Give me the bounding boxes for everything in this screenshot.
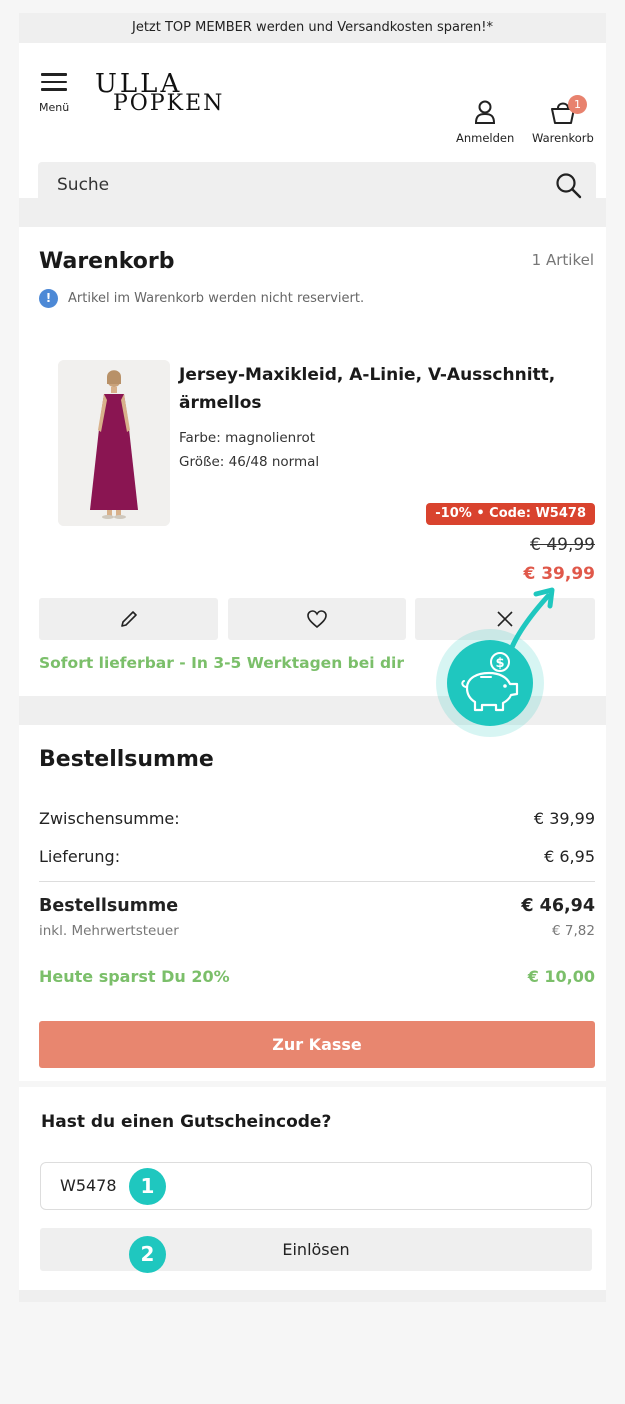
original-price: € 49,99 [530,535,595,555]
search-bar[interactable]: Suche [38,162,596,209]
shipping-row: Lieferung: € 6,95 [39,847,595,866]
total-row: Bestellsumme € 46,94 [39,896,595,916]
step-marker-1: 1 [129,1168,166,1205]
savings-row: Heute sparst Du 20% € 10,00 [39,967,595,986]
savings-badge: $ [436,629,544,737]
menu-button[interactable]: Menü [39,73,69,114]
savings-label: Heute sparst Du 20% [39,967,230,986]
dress-model-image [58,360,170,526]
reservation-notice: ! Artikel im Warenkorb werden nicht rese… [39,289,364,308]
heart-icon [307,610,327,629]
login-label: Anmelden [456,131,515,145]
pencil-icon [120,611,137,627]
checkout-button[interactable]: Zur Kasse [39,1021,595,1068]
total-label: Bestellsumme [39,896,179,916]
availability-text: Sofort lieferbar - In 3-5 Werktagen bei … [39,654,404,672]
info-icon: ! [39,289,58,308]
vat-row: inkl. Mehrwertsteuer € 7,82 [39,923,595,939]
summary-divider [39,881,595,882]
summary-title: Bestellsumme [39,747,214,772]
savings-value: € 10,00 [527,967,595,986]
product-name[interactable]: Jersey-Maxikleid, A-Linie, V-Ausschnitt,… [179,361,589,417]
user-icon [475,100,496,124]
subtotal-value: € 39,99 [533,809,595,828]
search-icon[interactable] [555,172,582,199]
order-summary-section: Bestellsumme Zwischensumme: € 39,99 Lief… [19,725,606,1081]
cart-item-count: 1 Artikel [531,251,594,269]
vat-value: € 7,82 [552,923,595,939]
voucher-title: Hast du einen Gutscheincode? [41,1112,332,1132]
discounted-price: € 39,99 [523,564,595,584]
piggy-bank-icon: $ [461,652,519,712]
svg-text:$: $ [495,656,504,671]
logo-line2: POPKEN [113,91,225,116]
shipping-value: € 6,95 [544,847,595,866]
product-size: Größe: 46/48 normal [179,454,320,470]
total-value: € 46,94 [521,896,595,916]
step-marker-2: 2 [129,1236,166,1273]
product-image[interactable] [58,360,170,526]
promo-banner[interactable]: Jetzt TOP MEMBER werden und Versandkoste… [19,13,606,43]
search-input[interactable]: Suche [57,175,109,195]
cart-label: Warenkorb [532,131,594,145]
cart-title: Warenkorb [39,249,175,274]
edit-button[interactable] [39,598,218,640]
notice-text: Artikel im Warenkorb werden nicht reserv… [68,291,365,306]
wishlist-button[interactable] [228,598,406,640]
product-color: Farbe: magnolienrot [179,430,316,446]
header: Menü ULLA POPKEN Anmelden Warenkorb 1 Su… [19,43,606,209]
coupon-badge: -10% • Code: W5478 [426,503,595,525]
shipping-label: Lieferung: [39,847,121,866]
vat-label: inkl. Mehrwertsteuer [39,923,179,939]
redeem-button[interactable]: Einlösen [40,1228,592,1271]
subtotal-row: Zwischensumme: € 39,99 [39,809,595,828]
brand-logo[interactable]: ULLA POPKEN [95,71,224,115]
voucher-code-input[interactable]: W5478 [40,1162,592,1210]
login-button[interactable]: Anmelden [456,99,514,145]
cart-count-badge: 1 [568,95,587,114]
menu-label: Menü [39,101,70,114]
subtotal-label: Zwischensumme: [39,809,180,828]
hamburger-icon [41,73,67,91]
bottom-strip [19,1290,606,1302]
voucher-section: Hast du einen Gutscheincode? W5478 Einlö… [19,1087,606,1290]
